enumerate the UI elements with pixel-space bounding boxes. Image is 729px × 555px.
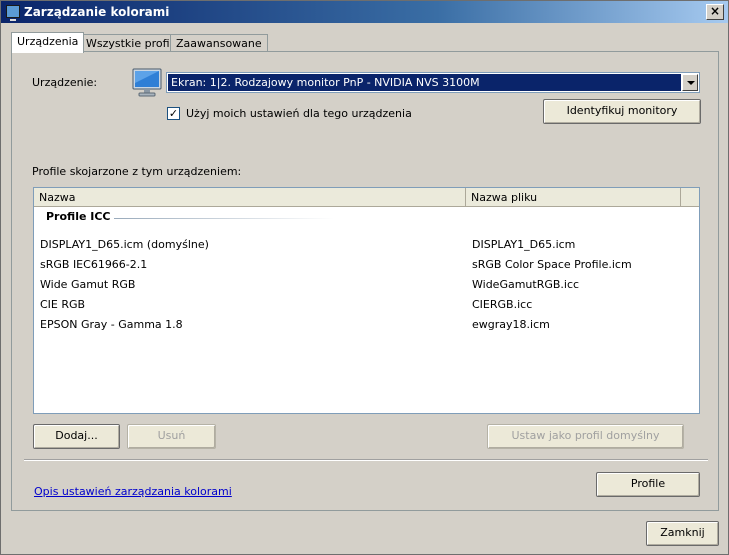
- list-item[interactable]: DISPLAY1_D65.icm (domyślne) DISPLAY1_D65…: [34, 236, 699, 254]
- profile-filename: CIERGB.icc: [472, 298, 533, 311]
- profile-name: CIE RGB: [40, 298, 86, 311]
- remove-profile-button[interactable]: Usuń: [127, 424, 216, 449]
- identify-monitors-button[interactable]: Identyfikuj monitory: [543, 99, 701, 124]
- devices-tab-panel: Urządzenie: Ekran: 1|2. Rodzajowy monito…: [11, 51, 719, 511]
- use-my-settings-label[interactable]: Użyj moich ustawień dla tego urządzenia: [186, 107, 412, 120]
- list-item[interactable]: EPSON Gray - Gamma 1.8 ewgray18.icm: [34, 316, 699, 334]
- profiles-button[interactable]: Profile: [596, 472, 700, 497]
- profile-filename: WideGamutRGB.icc: [472, 278, 580, 291]
- use-my-settings-checkbox[interactable]: ✓: [167, 107, 180, 120]
- device-select-value: Ekran: 1|2. Rodzajowy monitor PnP - NVID…: [168, 74, 681, 91]
- tab-advanced[interactable]: Zaawansowane: [170, 34, 268, 52]
- list-header: Nazwa Nazwa pliku: [34, 188, 699, 207]
- list-item[interactable]: CIE RGB CIERGB.icc: [34, 296, 699, 314]
- profile-name: Wide Gamut RGB: [40, 278, 136, 291]
- group-divider: [114, 218, 334, 219]
- list-item[interactable]: Wide Gamut RGB WideGamutRGB.icc: [34, 276, 699, 294]
- profile-filename: DISPLAY1_D65.icm: [472, 238, 576, 251]
- profile-filename: sRGB Color Space Profile.icm: [472, 258, 632, 271]
- column-header-name[interactable]: Nazwa: [34, 188, 466, 207]
- chevron-down-icon[interactable]: [682, 74, 698, 91]
- monitor-icon: [132, 68, 162, 97]
- close-button[interactable]: Zamknij: [646, 521, 719, 546]
- add-profile-button[interactable]: Dodaj...: [33, 424, 120, 449]
- profiles-list[interactable]: Nazwa Nazwa pliku Profile ICC DISPLAY1_D…: [33, 187, 700, 414]
- help-link[interactable]: Opis ustawień zarządzania kolorami: [34, 485, 232, 498]
- title-bar[interactable]: Zarządzanie kolorami ×: [1, 1, 728, 23]
- panel-separator: [24, 459, 708, 461]
- set-default-profile-button[interactable]: Ustaw jako profil domyślny: [487, 424, 684, 449]
- tab-devices[interactable]: Urządzenia: [11, 32, 85, 53]
- device-label: Urządzenie:: [32, 76, 98, 89]
- profile-name: EPSON Gray - Gamma 1.8: [40, 318, 183, 331]
- close-window-button[interactable]: ×: [706, 4, 724, 20]
- window-title: Zarządzanie kolorami: [24, 5, 170, 19]
- group-header-icc[interactable]: Profile ICC: [46, 210, 111, 223]
- column-header-filename[interactable]: Nazwa pliku: [466, 188, 681, 207]
- profile-filename: ewgray18.icm: [472, 318, 550, 331]
- profile-name: DISPLAY1_D65.icm (domyślne): [40, 238, 209, 251]
- color-management-window: Zarządzanie kolorami × Urządzenia Wszyst…: [0, 0, 729, 555]
- profile-name: sRGB IEC61966-2.1: [40, 258, 148, 271]
- monitor-app-icon: [6, 5, 20, 21]
- profiles-section-label: Profile skojarzone z tym urządzeniem:: [32, 165, 242, 178]
- list-item[interactable]: sRGB IEC61966-2.1 sRGB Color Space Profi…: [34, 256, 699, 274]
- device-select[interactable]: Ekran: 1|2. Rodzajowy monitor PnP - NVID…: [166, 72, 700, 93]
